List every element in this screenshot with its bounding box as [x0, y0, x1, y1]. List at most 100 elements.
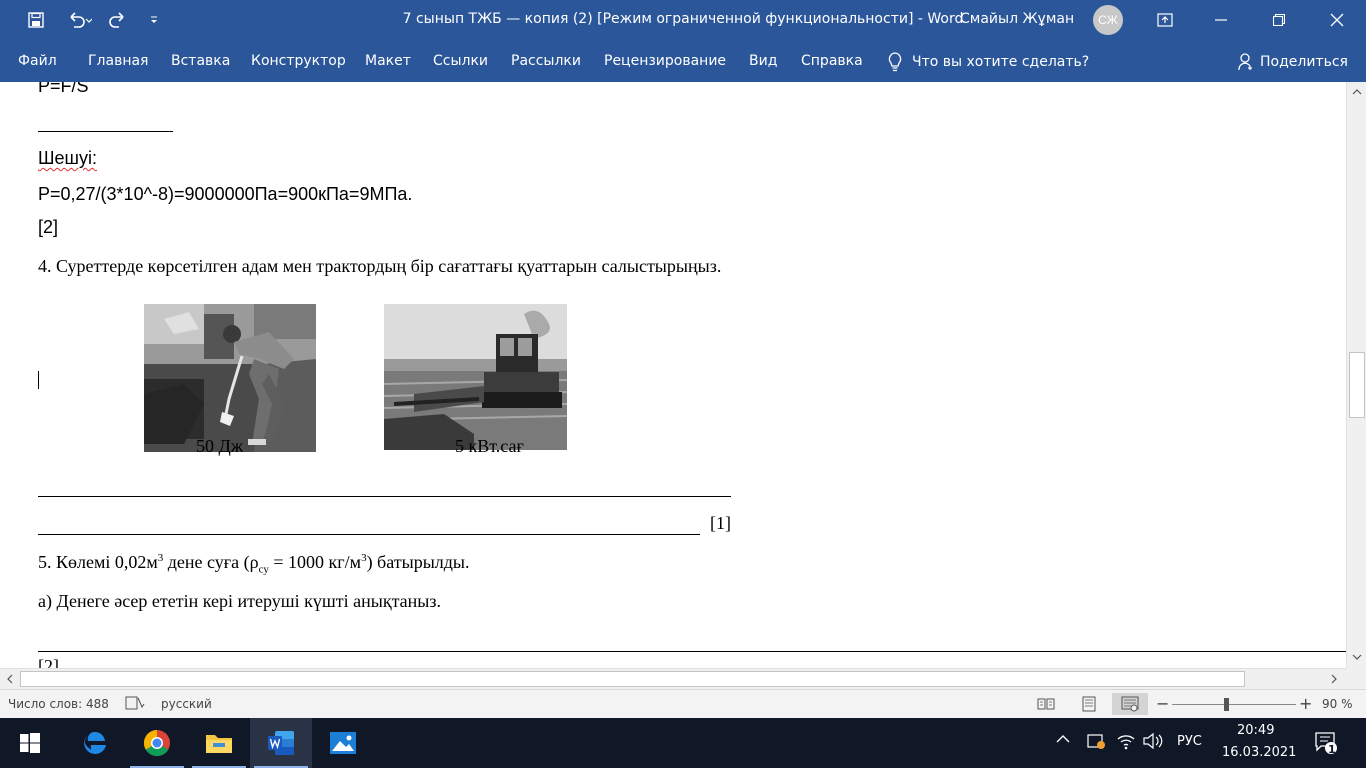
- answer-line: [38, 131, 173, 132]
- zoom-in-button[interactable]: +: [1299, 694, 1312, 713]
- sync-icon: [1087, 734, 1105, 749]
- zoom-out-button[interactable]: −: [1156, 694, 1169, 713]
- question-5a: а) Денеге әсер ететін кері итеруші күшті…: [38, 591, 442, 611]
- avatar[interactable]: СЖ: [1093, 5, 1123, 35]
- ribbon-tabs: Файл Главная Вставка Конструктор Макет С…: [0, 40, 1366, 82]
- tab-design[interactable]: Конструктор: [251, 53, 346, 69]
- horizontal-scrollbar[interactable]: [0, 668, 1346, 689]
- photo-tractor-caption: 5 кВт.сағ: [455, 436, 524, 456]
- photo-person-caption: 50 Дж: [196, 436, 244, 456]
- chevron-down-icon: [1352, 654, 1362, 660]
- text-cursor: [38, 371, 39, 389]
- title-bar: 7 сынып ТЖБ — копия (2) [Режим ограничен…: [0, 0, 1366, 40]
- lightbulb-icon: [888, 52, 902, 72]
- taskbar-word[interactable]: [250, 718, 312, 768]
- tell-me-label: Что вы хотите сделать?: [912, 54, 1090, 70]
- tell-me-search[interactable]: Что вы хотите сделать?: [888, 52, 1089, 72]
- chevron-up-icon: [1056, 735, 1070, 743]
- minimize-icon: [1215, 19, 1227, 21]
- wifi-icon: [1117, 735, 1135, 750]
- word-count[interactable]: Число слов: 488: [8, 697, 109, 711]
- ribbon-display-icon: [1157, 13, 1173, 27]
- solution-label: Шешуі:: [38, 148, 97, 168]
- clock-time[interactable]: 20:49: [1237, 723, 1274, 738]
- tab-insert[interactable]: Вставка: [171, 53, 230, 69]
- proofing-icon[interactable]: [125, 695, 145, 714]
- zoom-slider-thumb[interactable]: [1224, 698, 1229, 711]
- taskbar-edge[interactable]: [64, 718, 126, 768]
- show-hidden-icons-button[interactable]: [1055, 732, 1071, 750]
- horizontal-scroll-thumb[interactable]: [20, 671, 1245, 687]
- windows-start-icon: [20, 733, 40, 753]
- chevron-right-icon: [1331, 674, 1337, 684]
- input-language[interactable]: РУС: [1177, 734, 1202, 749]
- network-tray-icon[interactable]: [1116, 732, 1136, 754]
- scroll-right-button[interactable]: [1325, 670, 1343, 688]
- read-mode-icon: [1037, 698, 1055, 710]
- read-mode-button[interactable]: [1028, 693, 1064, 715]
- print-layout-button[interactable]: [1071, 693, 1107, 715]
- tab-help[interactable]: Справка: [801, 53, 863, 69]
- taskbar-chrome[interactable]: [126, 718, 188, 768]
- q5-prefix: 5. Көлемі 0,02м: [38, 552, 158, 572]
- close-button[interactable]: [1314, 0, 1360, 40]
- minimize-button[interactable]: [1198, 0, 1244, 40]
- taskbar-file-explorer[interactable]: [188, 718, 250, 768]
- answer-line: [38, 534, 700, 535]
- user-name[interactable]: Смайыл Жұман: [960, 11, 1074, 27]
- q5-sub: су: [258, 563, 269, 576]
- tab-references[interactable]: Ссылки: [433, 53, 488, 69]
- edge-icon: [84, 731, 106, 754]
- web-layout-button[interactable]: [1112, 693, 1148, 715]
- vertical-scroll-thumb[interactable]: [1349, 352, 1365, 418]
- volume-tray-icon[interactable]: [1142, 732, 1164, 754]
- taskbar: РУС 20:49 16.03.2021 1: [0, 718, 1366, 768]
- tab-review[interactable]: Рецензирование: [604, 53, 726, 69]
- restore-icon: [1273, 14, 1285, 26]
- tractor-image: [384, 304, 567, 450]
- scroll-up-button[interactable]: [1348, 83, 1366, 101]
- tab-view[interactable]: Вид: [749, 53, 777, 69]
- vertical-scrollbar[interactable]: [1346, 82, 1366, 668]
- share-button[interactable]: Поделиться: [1238, 53, 1348, 71]
- update-tray-icon[interactable]: [1086, 732, 1106, 754]
- mark-2: [2]: [38, 656, 59, 668]
- question-4: 4. Суреттерде көрсетілген адам мен тракт…: [38, 256, 722, 276]
- clock-date[interactable]: 16.03.2021: [1222, 745, 1296, 760]
- q5-suffix: ) батырылды.: [366, 552, 470, 572]
- solution-text: P=0,27/(3*10^-8)=9000000Па=900кПа=9МПа.: [38, 184, 413, 204]
- print-layout-icon: [1082, 696, 1096, 712]
- person-digging-image: [144, 304, 316, 452]
- answer-line: [38, 651, 1346, 652]
- zoom-level[interactable]: 90 %: [1322, 697, 1353, 711]
- question-5: 5. Көлемі 0,02м3 дене суға (ρсу = 1000 к…: [38, 552, 470, 576]
- document-page[interactable]: P=F/S Шешуі: P=0,27/(3*10^-8)=9000000Па=…: [0, 82, 1346, 668]
- tab-mailings[interactable]: Рассылки: [511, 53, 581, 69]
- start-button[interactable]: [0, 718, 60, 768]
- language-indicator[interactable]: русский: [161, 697, 212, 711]
- photo-tractor: [384, 304, 567, 450]
- chevron-up-icon: [1352, 89, 1362, 95]
- volume-icon: [1143, 732, 1163, 750]
- taskbar-photos[interactable]: [312, 718, 374, 768]
- chrome-icon: [143, 729, 170, 757]
- proofing-icon-glyph: [125, 696, 145, 710]
- status-bar: Число слов: 488 русский − + 90 %: [0, 689, 1366, 718]
- tab-home[interactable]: Главная: [88, 53, 148, 69]
- tab-file[interactable]: Файл: [18, 53, 57, 69]
- notification-count: 1: [1328, 743, 1336, 756]
- ribbon-display-options-button[interactable]: [1142, 0, 1188, 40]
- photo-person-digging: [144, 304, 316, 452]
- answer-line: [38, 496, 731, 497]
- q5-mid: дене суға (ρ: [163, 552, 259, 572]
- photos-icon: [330, 732, 356, 754]
- web-layout-icon: [1121, 696, 1139, 712]
- file-explorer-icon: [206, 735, 232, 753]
- close-icon: [1330, 13, 1344, 27]
- tab-layout[interactable]: Макет: [365, 53, 411, 69]
- scroll-left-button[interactable]: [1, 670, 19, 688]
- restore-button[interactable]: [1256, 0, 1302, 40]
- scroll-down-button[interactable]: [1348, 648, 1366, 666]
- mark-2: [2]: [38, 217, 59, 237]
- zoom-slider[interactable]: [1172, 704, 1296, 705]
